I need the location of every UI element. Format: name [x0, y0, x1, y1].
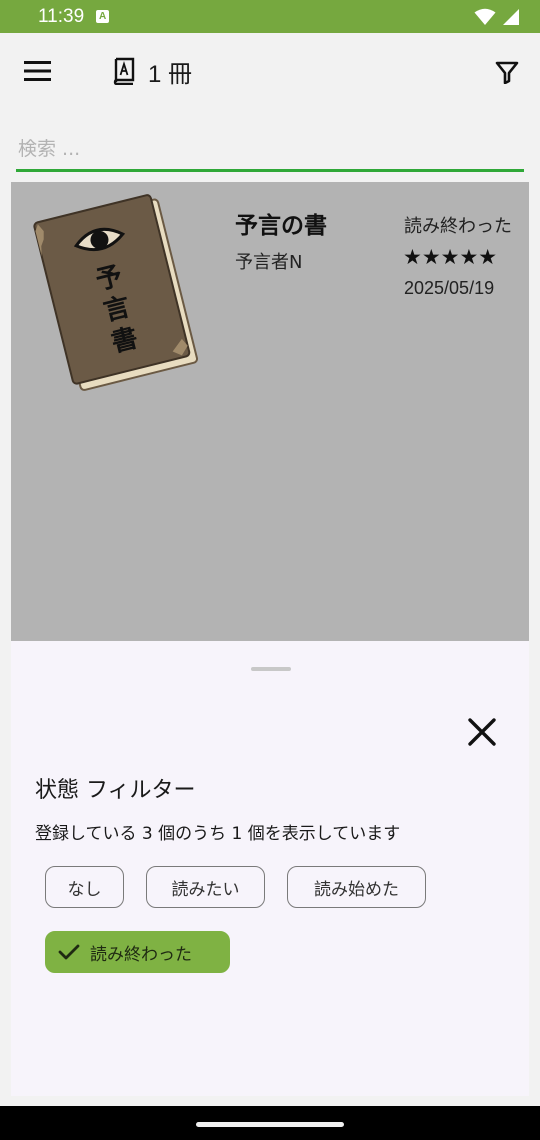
home-gesture-handle[interactable]: [196, 1122, 344, 1127]
book-list: 予 言 書 予言の書 予言者N 読み終わった ★★★★★ 2025/05/19: [11, 182, 529, 641]
book-cover-image: 予 言 書: [33, 194, 199, 391]
chip-label: 読みたい: [171, 879, 240, 900]
menu-button[interactable]: [18, 53, 58, 89]
book-rating: ★★★★★: [403, 245, 498, 269]
system-nav-bar: [0, 1106, 540, 1140]
status-time: 11:39: [38, 5, 85, 27]
chip-label: なし: [67, 879, 102, 900]
filter-button[interactable]: [486, 53, 528, 91]
chip-finished-reading[interactable]: 読み終わった: [45, 931, 230, 973]
hamburger-menu-icon: [24, 61, 51, 81]
chip-want-to-read[interactable]: 読みたい: [146, 866, 265, 908]
app-bar: 1 冊: [0, 33, 540, 111]
book-date: 2025/05/19: [404, 278, 495, 298]
book-author: 予言者N: [235, 252, 303, 273]
wifi-icon: [474, 8, 496, 25]
status-bar: 11:39 A: [0, 0, 540, 33]
book-title: 予言の書: [235, 213, 327, 239]
search-input[interactable]: [16, 128, 524, 172]
drag-handle[interactable]: [251, 667, 291, 671]
book-count-label: 1 冊: [148, 60, 193, 88]
status-icons: [474, 8, 520, 26]
book-icon: [113, 57, 135, 85]
chip-started-reading[interactable]: 読み始めた: [287, 866, 426, 908]
list-item[interactable]: 予 言 書 予言の書 予言者N 読み終わった ★★★★★ 2025/05/19: [11, 182, 529, 412]
chip-label: 読み終わった: [90, 944, 192, 965]
close-icon: [468, 718, 496, 746]
notification-badge: A: [96, 10, 110, 23]
chip-none[interactable]: なし: [45, 866, 124, 908]
book-count: 1 冊: [112, 55, 193, 88]
book-status: 読み終わった: [404, 216, 512, 237]
sheet-subtitle: 登録している 3 個のうち 1 個を表示しています: [35, 824, 401, 844]
signal-icon: [503, 8, 519, 25]
check-icon: [58, 944, 80, 960]
filter-icon: [495, 61, 519, 84]
sheet-title: 状態 フィルター: [35, 778, 196, 803]
filter-bottom-sheet: 状態 フィルター 登録している 3 個のうち 1 個を表示しています なし 読み…: [11, 641, 529, 1096]
chip-label: 読み始めた: [314, 879, 399, 900]
close-button[interactable]: [461, 711, 503, 753]
